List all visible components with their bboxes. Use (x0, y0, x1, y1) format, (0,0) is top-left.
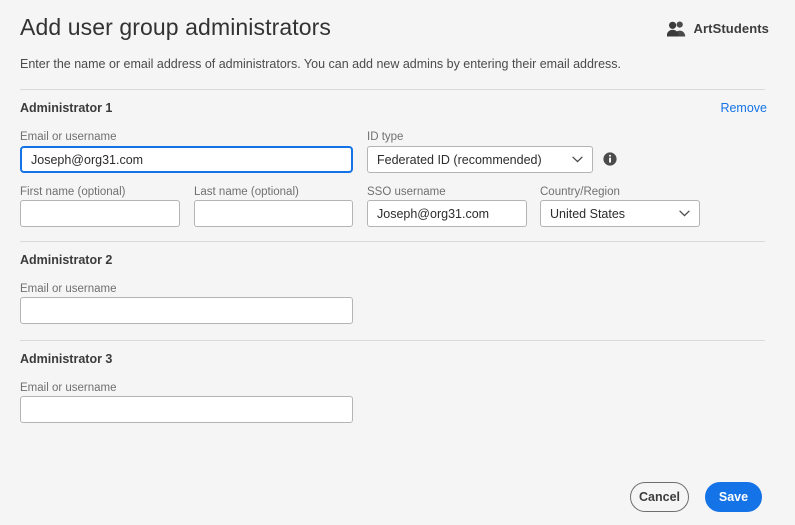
brand-name: ArtStudents (693, 21, 769, 36)
country-region-select-1[interactable]: United States (540, 200, 700, 227)
last-name-input-1[interactable] (194, 200, 353, 227)
brand: ArtStudents (666, 20, 770, 37)
people-icon (666, 20, 687, 37)
divider-admin-1 (20, 89, 765, 90)
email-or-username-input-2[interactable] (20, 297, 353, 324)
label-first-name-1: First name (optional) (20, 186, 126, 198)
label-email-or-username-3: Email or username (20, 382, 117, 394)
first-name-input-1[interactable] (20, 200, 180, 227)
page-header: Add user group administrators Enter the … (0, 0, 795, 80)
label-sso-username-1: SSO username (367, 186, 446, 198)
info-icon[interactable] (603, 152, 617, 166)
section-title-administrator-1: Administrator 1 (20, 101, 113, 115)
section-title-administrator-3: Administrator 3 (20, 352, 113, 366)
country-region-select-value-1: United States (550, 206, 626, 221)
page-title: Add user group administrators (20, 14, 331, 40)
divider-admin-3 (20, 340, 765, 341)
remove-administrator-1-link[interactable]: Remove (720, 101, 767, 115)
page-root: Add user group administrators Enter the … (0, 0, 795, 525)
email-or-username-input-1[interactable] (20, 146, 353, 173)
cancel-button[interactable]: Cancel (630, 482, 689, 512)
label-email-or-username-2: Email or username (20, 283, 117, 295)
label-country-region-1: Country/Region (540, 186, 620, 198)
label-last-name-1: Last name (optional) (194, 186, 299, 198)
label-email-or-username-1: Email or username (20, 131, 117, 143)
id-type-select-value-1: Federated ID (recommended) (377, 152, 542, 167)
chevron-down-icon (679, 210, 690, 217)
page-subtitle: Enter the name or email address of admin… (20, 57, 622, 71)
label-id-type-1: ID type (367, 131, 404, 143)
save-button[interactable]: Save (705, 482, 762, 512)
chevron-down-icon (572, 156, 583, 163)
divider-admin-2 (20, 241, 765, 242)
id-type-select-1[interactable]: Federated ID (recommended) (367, 146, 593, 173)
section-title-administrator-2: Administrator 2 (20, 253, 113, 267)
sso-username-input-1[interactable] (367, 200, 527, 227)
email-or-username-input-3[interactable] (20, 396, 353, 423)
